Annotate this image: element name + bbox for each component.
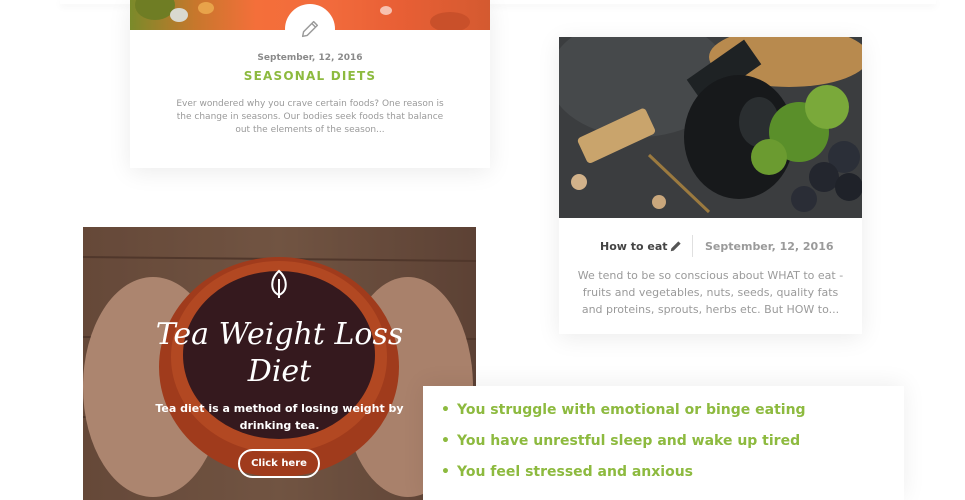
promo-title: Tea Weight Loss Diet — [83, 316, 476, 390]
leaf-icon — [271, 269, 287, 298]
bullet-icon: • — [441, 433, 450, 449]
list-item-text: You struggle with emotional or binge eat… — [457, 402, 806, 418]
bullet-icon: • — [441, 402, 450, 418]
post-author[interactable]: How to eat — [600, 240, 668, 253]
meta-divider — [692, 235, 693, 257]
list-item: • You feel stressed and anxious — [441, 464, 693, 480]
promo-title-line2: Diet — [247, 354, 312, 389]
click-here-button[interactable]: Click here — [238, 449, 320, 478]
edit-badge[interactable] — [285, 4, 335, 54]
promo-title-line1: Tea Weight Loss — [155, 317, 404, 352]
pencil-icon — [301, 20, 319, 38]
seasonal-diets-card[interactable]: September, 12, 2016 SEASONAL DIETS Ever … — [130, 0, 490, 168]
list-item: • You have unrestful sleep and wake up ti… — [441, 433, 800, 449]
post-excerpt: Ever wondered why you crave certain food… — [176, 99, 444, 135]
wine-and-grapes-image — [559, 37, 862, 218]
list-item-text: You have unrestful sleep and wake up tir… — [457, 433, 801, 449]
post-excerpt: We tend to be so conscious about WHAT to… — [577, 269, 844, 316]
promo-description: Tea diet is a method of losing weight by… — [155, 402, 404, 432]
pencil-icon — [670, 241, 681, 252]
how-to-eat-card[interactable]: How to eat September, 12, 2016 We tend t… — [559, 37, 862, 334]
bullet-icon: • — [441, 464, 450, 480]
symptoms-list: • You struggle with emotional or binge ea… — [423, 386, 904, 500]
post-date: September, 12, 2016 — [705, 240, 834, 253]
post-date: September, 12, 2016 — [257, 53, 363, 63]
list-item-text: You feel stressed and anxious — [457, 464, 694, 480]
list-item: • You struggle with emotional or binge ea… — [441, 402, 806, 418]
post-title[interactable]: SEASONAL DIETS — [130, 69, 490, 83]
post-meta: How to eat September, 12, 2016 — [559, 235, 862, 257]
